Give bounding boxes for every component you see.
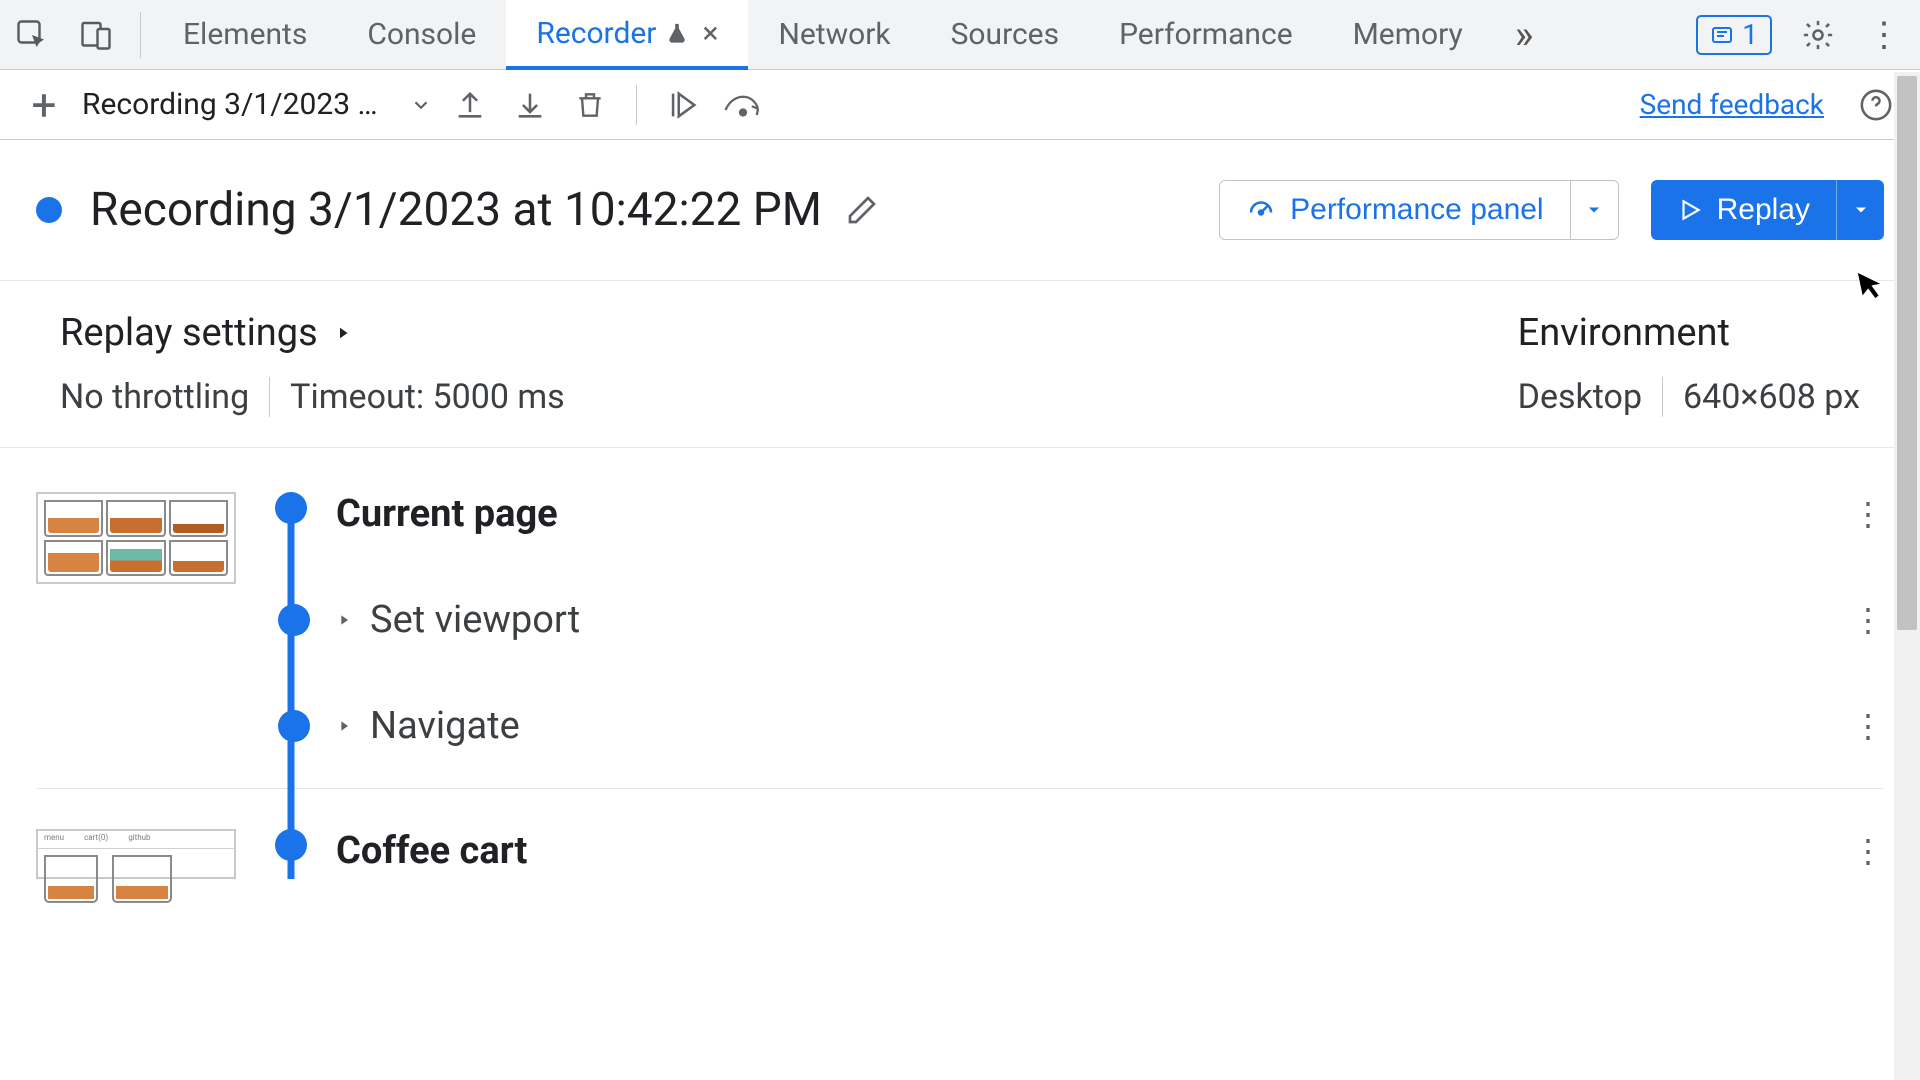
timeout-value: Timeout: 5000 ms [290,377,565,417]
inspect-element-icon[interactable] [12,15,52,55]
new-recording-icon[interactable]: + [22,83,66,127]
kebab-menu-icon[interactable]: ⋮ [1864,15,1904,55]
tab-sources[interactable]: Sources [921,0,1089,69]
step-title: Set viewport [370,598,580,642]
caret-right-icon [336,610,352,630]
step-thumbnail [36,492,236,584]
step-title: Current page [336,492,558,536]
tab-performance[interactable]: Performance [1089,0,1323,69]
delete-icon[interactable] [568,83,612,127]
send-feedback-link[interactable]: Send feedback [1640,88,1824,121]
issues-badge[interactable]: 1 [1696,15,1772,55]
recording-select-label: Recording 3/1/2023 at 10… [82,87,392,122]
replay-button-group: Replay [1651,180,1884,240]
performance-panel-button-group: Performance panel [1219,180,1618,240]
step-menu-icon[interactable]: ⋮ [1852,832,1884,870]
step-menu-icon[interactable]: ⋮ [1852,495,1884,533]
step-title: Navigate [370,704,520,748]
scrollbar[interactable] [1894,72,1920,1080]
step-row[interactable]: Coffee cart ⋮ [336,829,1884,873]
recording-select[interactable]: Recording 3/1/2023 at 10… [82,87,432,122]
performance-panel-dropdown[interactable] [1571,180,1619,240]
more-tabs-icon[interactable]: » [1493,0,1556,69]
step-group: Current page ⋮ Set viewport ⋮ Navigate ⋮ [36,492,1884,789]
gear-icon[interactable] [1798,15,1838,55]
issues-count: 1 [1742,18,1758,51]
gauge-icon [1246,195,1276,225]
performance-panel-button[interactable]: Performance panel [1219,180,1570,240]
import-icon[interactable] [448,83,492,127]
step-row[interactable]: Set viewport ⋮ [278,598,1884,642]
continue-icon[interactable] [661,83,705,127]
tab-label: Sources [951,17,1059,52]
tab-label: Console [367,17,476,52]
tab-memory[interactable]: Memory [1323,0,1493,69]
env-viewport: 640×608 px [1683,377,1860,417]
scrollbar-thumb[interactable] [1897,76,1917,630]
replay-button[interactable]: Replay [1651,180,1836,240]
tab-recorder[interactable]: Recorder × [506,0,748,70]
env-device: Desktop [1518,377,1642,417]
caret-right-icon [336,716,352,736]
tab-label: Elements [183,17,307,52]
button-label: Performance panel [1290,193,1543,227]
step-title: Coffee cart [336,829,527,873]
recorder-toolbar: + Recording 3/1/2023 at 10… Send feedbac… [0,70,1920,140]
replay-dropdown[interactable] [1836,180,1884,240]
recording-dot-icon [36,197,62,223]
steps-list: Current page ⋮ Set viewport ⋮ Navigate ⋮ [0,448,1920,919]
close-tab-icon[interactable]: × [702,16,718,51]
tab-label: Memory [1353,17,1463,52]
step-icon[interactable] [721,83,765,127]
tab-console[interactable]: Console [337,0,506,69]
tab-label: Recorder [536,16,656,51]
edit-title-icon[interactable] [844,192,880,228]
step-menu-icon[interactable]: ⋮ [1852,707,1884,745]
step-menu-icon[interactable]: ⋮ [1852,601,1884,639]
settings-strip: Replay settings No throttling Timeout: 5… [0,280,1920,448]
chevron-down-icon [410,94,432,116]
tab-network[interactable]: Network [748,0,920,69]
step-thumbnail: menucart(0)github [36,829,236,879]
step-row[interactable]: Navigate ⋮ [278,704,1884,748]
device-toggle-icon[interactable] [76,15,116,55]
env-title: Environment [1518,311,1730,355]
button-label: Replay [1717,193,1810,227]
timeline-dot-icon [275,829,307,861]
play-icon [1677,197,1703,223]
export-icon[interactable] [508,83,552,127]
tab-label: Performance [1119,17,1293,52]
timeline-dot-icon [275,492,307,524]
section-title: Replay settings [60,311,318,355]
tab-label: Network [778,17,890,52]
step-row[interactable]: Current page ⋮ [336,492,1884,536]
caret-right-icon [334,321,352,345]
tab-elements[interactable]: Elements [153,0,337,69]
recording-header: Recording 3/1/2023 at 10:42:22 PM Perfor… [0,140,1920,280]
help-icon[interactable] [1854,83,1898,127]
flask-icon [666,20,688,46]
step-group: menucart(0)github Coffee cart ⋮ [36,829,1884,919]
recording-title: Recording 3/1/2023 at 10:42:22 PM [90,183,822,237]
throttling-value: No throttling [60,377,249,417]
devtools-tab-strip: Elements Console Recorder × Network Sour… [0,0,1920,70]
replay-settings-toggle[interactable]: Replay settings [60,311,565,355]
